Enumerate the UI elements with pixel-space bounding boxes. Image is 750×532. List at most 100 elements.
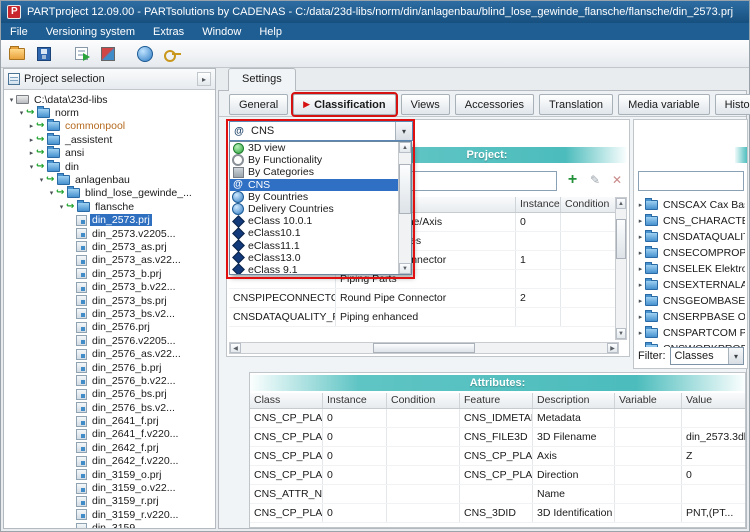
scroll-left-icon[interactable] xyxy=(230,343,241,353)
tree-item[interactable]: din_2641_f.v220... xyxy=(4,428,215,441)
dropdown-item[interactable]: By Countries xyxy=(230,191,398,203)
web-icon[interactable] xyxy=(133,42,157,66)
tree-item[interactable]: norm xyxy=(4,106,215,119)
scroll-down-icon[interactable] xyxy=(616,328,626,339)
tree-item[interactable]: din_3159_r.prj xyxy=(4,495,215,508)
tree-item[interactable]: din_3159_o.prj xyxy=(4,468,215,481)
expand-icon[interactable] xyxy=(636,265,645,273)
tree-item[interactable]: din_2573.prj xyxy=(4,214,215,227)
filter-combo[interactable]: Classes xyxy=(670,347,745,365)
expand-icon[interactable] xyxy=(27,149,36,157)
tab-translation[interactable]: Translation xyxy=(539,94,613,115)
tree-item[interactable]: din_2576_bs.v2... xyxy=(4,401,215,414)
open-project-icon[interactable] xyxy=(5,42,29,66)
tab-classification[interactable]: Classification xyxy=(293,94,395,115)
collapse-icon[interactable] xyxy=(7,96,16,104)
expand-icon[interactable] xyxy=(636,281,645,289)
tree-item[interactable]: ansi xyxy=(4,147,215,160)
table-row[interactable]: CNSPIPECONNECTOR_ROUNDRound Pipe Connect… xyxy=(229,289,617,308)
class-item[interactable]: CNSPARTCOM PART xyxy=(636,325,745,341)
menu-help[interactable]: Help xyxy=(250,23,291,40)
expand-icon[interactable] xyxy=(27,136,36,144)
tree-item[interactable]: din_2642_f.v220... xyxy=(4,455,215,468)
table-row[interactable]: CNS_CP_PLACE...0CNS_3DID3D Identificatio… xyxy=(250,504,745,523)
expand-icon[interactable] xyxy=(636,201,645,209)
tree-item[interactable]: din_2573_bs.v2... xyxy=(4,307,215,320)
tools-icon[interactable] xyxy=(96,42,120,66)
tree-item[interactable]: din xyxy=(4,160,215,173)
tree-item[interactable]: din_2573_as.prj xyxy=(4,240,215,253)
tree-item[interactable]: blind_lose_gewinde_... xyxy=(4,187,215,200)
scroll-track[interactable] xyxy=(241,343,607,353)
scroll-track[interactable] xyxy=(616,209,626,328)
scroll-track[interactable] xyxy=(399,153,411,263)
table-row[interactable]: CNS_ATTR_NA...Name xyxy=(250,485,745,504)
expand-icon[interactable] xyxy=(636,329,645,337)
tree-item[interactable]: din_3159_o.v22... xyxy=(4,481,215,494)
dropdown-item[interactable]: eClass13.0 xyxy=(230,252,398,264)
add-class-button[interactable] xyxy=(564,172,581,189)
scroll-up-icon[interactable] xyxy=(616,198,626,209)
tab-general[interactable]: General xyxy=(229,94,288,115)
expand-icon[interactable] xyxy=(636,249,645,257)
chevron-down-icon[interactable] xyxy=(728,348,743,364)
tree-item[interactable]: din_2576.v2205... xyxy=(4,334,215,347)
dropdown-item[interactable]: 3D view xyxy=(230,142,398,154)
save-icon[interactable] xyxy=(32,42,56,66)
tree-item[interactable]: din_2573_b.v22... xyxy=(4,280,215,293)
tree-item[interactable]: din_2573_as.v22... xyxy=(4,254,215,267)
tree-item[interactable]: anlagenbau xyxy=(4,173,215,186)
dropdown-item[interactable]: By Categories xyxy=(230,166,398,178)
vertical-scrollbar[interactable] xyxy=(615,197,627,340)
menu-extras[interactable]: Extras xyxy=(144,23,193,40)
tree-item[interactable]: din_2573.v2205... xyxy=(4,227,215,240)
class-item[interactable]: CNSEXTERNALAPI E xyxy=(636,277,745,293)
dropdown-item[interactable]: eClass11.1 xyxy=(230,240,398,252)
edit-class-button[interactable] xyxy=(587,173,603,189)
class-item[interactable]: CNSERPBASE Objec xyxy=(636,309,745,325)
scroll-thumb[interactable] xyxy=(399,164,411,214)
combo-dropdown-button[interactable] xyxy=(395,122,412,140)
tree-item[interactable]: din_2573_b.prj xyxy=(4,267,215,280)
class-item[interactable]: CNS_CHARACTERIST xyxy=(636,213,745,229)
class-item[interactable]: CNSCAX Cax Basis xyxy=(636,197,745,213)
panel-menu-button[interactable] xyxy=(197,72,211,86)
table-row[interactable]: CNS_CP_PLACE...0CNS_CP_PLACE...Direction… xyxy=(250,466,745,485)
classes-search-input[interactable] xyxy=(638,171,744,191)
class-item[interactable]: CNSECOMPROP Obje xyxy=(636,245,745,261)
class-item[interactable]: CNSGEOMBASE Geo xyxy=(636,293,745,309)
dropdown-item[interactable]: eClass 10.0.1 xyxy=(230,215,398,227)
key-icon[interactable] xyxy=(160,42,184,66)
collapse-icon[interactable] xyxy=(57,203,66,211)
tree-item[interactable]: din_3159... xyxy=(4,522,215,529)
table-row[interactable]: CNS_CP_PLACE...0CNS_FILE3D3D Filenamedin… xyxy=(250,428,745,447)
tab-settings[interactable]: Settings xyxy=(228,68,296,91)
menu-versioning-system[interactable]: Versioning system xyxy=(37,23,144,40)
delete-class-button[interactable] xyxy=(609,173,625,189)
expand-icon[interactable] xyxy=(27,122,36,130)
tree-item[interactable]: flansche xyxy=(4,200,215,213)
scroll-up-icon[interactable] xyxy=(399,142,411,153)
tree-item[interactable]: din_2576_b.prj xyxy=(4,361,215,374)
tree-item[interactable]: _assistent xyxy=(4,133,215,146)
expand-icon[interactable] xyxy=(636,297,645,305)
scroll-thumb[interactable] xyxy=(616,219,626,259)
dropdown-scrollbar[interactable] xyxy=(398,142,411,274)
dropdown-item[interactable]: By Functionality xyxy=(230,154,398,166)
scroll-down-icon[interactable] xyxy=(399,263,411,274)
collapse-icon[interactable] xyxy=(17,109,26,117)
dropdown-item[interactable]: CNS xyxy=(230,179,398,191)
dropdown-item[interactable]: Delivery Countries xyxy=(230,203,398,215)
tree-item[interactable]: din_2573_bs.prj xyxy=(4,294,215,307)
tab-accessories[interactable]: Accessories xyxy=(455,94,534,115)
table-row[interactable]: CNSDATAQUALITY_PIPINGPiping enhanced xyxy=(229,308,617,327)
expand-icon[interactable] xyxy=(636,217,645,225)
menu-file[interactable]: File xyxy=(1,23,37,40)
table-row[interactable]: CNS_CP_PLACE...0CNS_IDMETAD...Metadata xyxy=(250,409,745,428)
tree-item[interactable]: commonpool xyxy=(4,120,215,133)
menu-window[interactable]: Window xyxy=(193,23,250,40)
collapse-icon[interactable] xyxy=(37,176,46,184)
tab-history[interactable]: History xyxy=(715,94,750,115)
tree-item[interactable]: din_2576.prj xyxy=(4,321,215,334)
tree-item[interactable]: din_2641_f.prj xyxy=(4,414,215,427)
